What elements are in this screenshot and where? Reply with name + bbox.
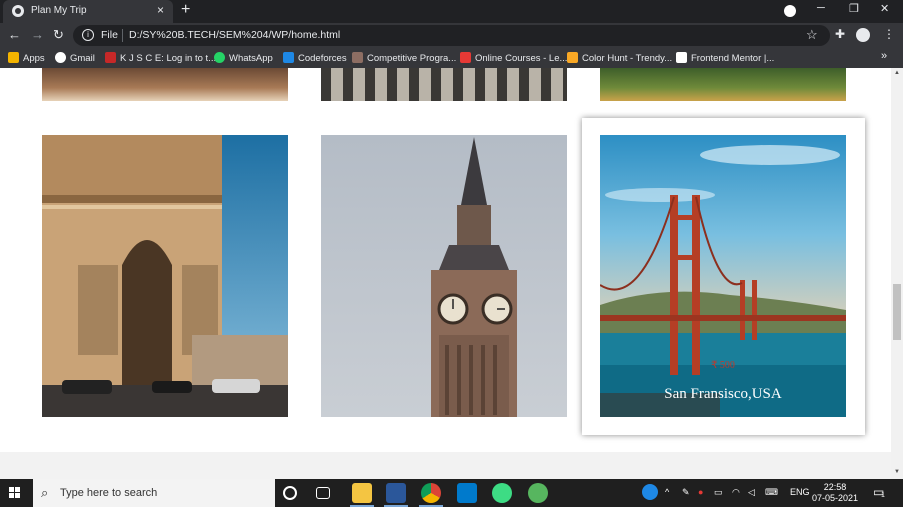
whatsapp-icon: [214, 52, 225, 63]
bookmarks-bar: Apps Gmail K J S C E: Log in to t... Wha…: [0, 48, 903, 68]
bookmark-competitive[interactable]: Competitive Progra...: [352, 52, 456, 64]
browser-tab[interactable]: Plan My Trip ×: [3, 0, 173, 23]
bookmark-codeforces[interactable]: Codeforces: [283, 52, 347, 64]
arc-de-triomphe-image[interactable]: [42, 135, 288, 417]
cortana-icon[interactable]: [283, 486, 297, 500]
apps-grid-icon: [8, 52, 19, 63]
golden-gate-image[interactable]: [600, 135, 846, 417]
language-indicator[interactable]: ENG: [790, 487, 810, 497]
tab-title: Plan My Trip: [31, 5, 87, 16]
forward-arrow-icon[interactable]: →: [31, 27, 44, 42]
back-arrow-icon[interactable]: ←: [8, 27, 21, 42]
destination-image-partial[interactable]: [42, 68, 288, 101]
divider: [122, 29, 123, 42]
google-icon: [55, 52, 66, 63]
antivirus-icon[interactable]: ●: [698, 487, 703, 497]
app-icon[interactable]: [528, 483, 548, 503]
star-icon[interactable]: ☆: [806, 27, 818, 43]
file-explorer-icon[interactable]: [352, 483, 372, 503]
system-clock[interactable]: 22:58 07-05-2021: [812, 482, 858, 504]
menu-icon[interactable]: ⋮: [883, 27, 895, 41]
chrome-icon[interactable]: [421, 483, 441, 503]
page-content: ₹ 500 San Fransisco,USA: [0, 68, 891, 479]
url-text[interactable]: D:/SY%20B.TECH/SEM%204/WP/home.html: [129, 29, 340, 41]
destination-caption: San Fransisco,USA: [664, 386, 782, 402]
scroll-down-icon[interactable]: ▼: [894, 469, 900, 475]
section-divider: [0, 452, 891, 479]
destination-image-partial[interactable]: [600, 68, 846, 101]
pen-icon[interactable]: ✎: [682, 487, 690, 498]
tab-strip: Plan My Trip × + ─ ❐ ✕: [0, 0, 903, 23]
codeforces-icon: [283, 52, 294, 63]
vscode-icon[interactable]: [457, 483, 477, 503]
android-studio-icon[interactable]: [492, 483, 512, 503]
clock-date: 07-05-2021: [812, 493, 859, 503]
bookmark-color-hunt[interactable]: Color Hunt - Trendy...: [567, 52, 672, 64]
bookmark-frontend-mentor[interactable]: Frontend Mentor |...: [676, 52, 774, 64]
bookmark-apps[interactable]: Apps: [8, 52, 45, 64]
wifi-icon[interactable]: ◠: [732, 487, 740, 498]
bookmark-gmail[interactable]: Gmail: [55, 52, 95, 64]
chevron-up-icon[interactable]: ^: [665, 487, 669, 497]
udemy-icon: [460, 52, 471, 63]
bookmark-online-courses[interactable]: Online Courses - Le...: [460, 52, 567, 64]
close-window-icon[interactable]: ✕: [880, 2, 889, 15]
reload-icon[interactable]: ↻: [53, 27, 64, 43]
scrollbar-thumb[interactable]: [893, 284, 901, 340]
close-tab-button[interactable]: ×: [157, 3, 164, 17]
extensions-icon[interactable]: ✚: [835, 27, 845, 41]
address-bar[interactable]: i File D:/SY%20B.TECH/SEM%204/WP/home.ht…: [73, 25, 830, 46]
new-tab-button[interactable]: +: [181, 1, 190, 19]
globe-icon: [12, 5, 24, 17]
bookmark-whatsapp[interactable]: WhatsApp: [214, 52, 273, 64]
bookmarks-overflow-button[interactable]: »: [881, 50, 887, 62]
kjsce-icon: [105, 52, 116, 63]
keyboard-icon[interactable]: ⌨: [765, 487, 778, 498]
volume-icon[interactable]: ◁: [748, 487, 755, 498]
clock-time: 22:58: [823, 482, 847, 492]
download-icon[interactable]: [784, 5, 796, 17]
file-label: File: [101, 29, 118, 41]
cc-icon: [352, 52, 363, 63]
help-icon[interactable]: [642, 484, 658, 500]
windows-taskbar: ⌕ Type here to search ^ ✎ ● ▭ ◠ ◁ ⌨ ENG …: [0, 479, 903, 507]
minimize-icon[interactable]: ─: [817, 2, 825, 14]
scroll-up-icon[interactable]: ▲: [894, 70, 900, 76]
windows-start-icon[interactable]: [9, 487, 21, 499]
browser-toolbar: ← → ↻ i File D:/SY%20B.TECH/SEM%204/WP/h…: [0, 23, 903, 48]
word-icon[interactable]: [386, 483, 406, 503]
notification-count: 1: [881, 492, 885, 499]
color-hunt-icon: [567, 52, 578, 63]
search-placeholder: Type here to search: [60, 487, 158, 499]
task-view-icon[interactable]: [316, 487, 330, 499]
destination-price: ₹ 500: [711, 360, 735, 371]
taskbar-search[interactable]: ⌕ Type here to search: [33, 479, 275, 507]
bookmark-kjsce[interactable]: K J S C E: Log in to t...: [105, 52, 216, 64]
page-icon: [676, 52, 687, 63]
info-icon[interactable]: i: [82, 29, 94, 41]
profile-icon[interactable]: [856, 28, 870, 42]
page-scrollbar[interactable]: ▲ ▼: [891, 68, 903, 479]
destination-image-partial[interactable]: [321, 68, 567, 101]
big-ben-image[interactable]: [321, 135, 567, 417]
search-icon: ⌕: [41, 485, 49, 500]
battery-icon[interactable]: ▭: [714, 487, 723, 498]
restore-icon[interactable]: ❐: [849, 2, 859, 15]
